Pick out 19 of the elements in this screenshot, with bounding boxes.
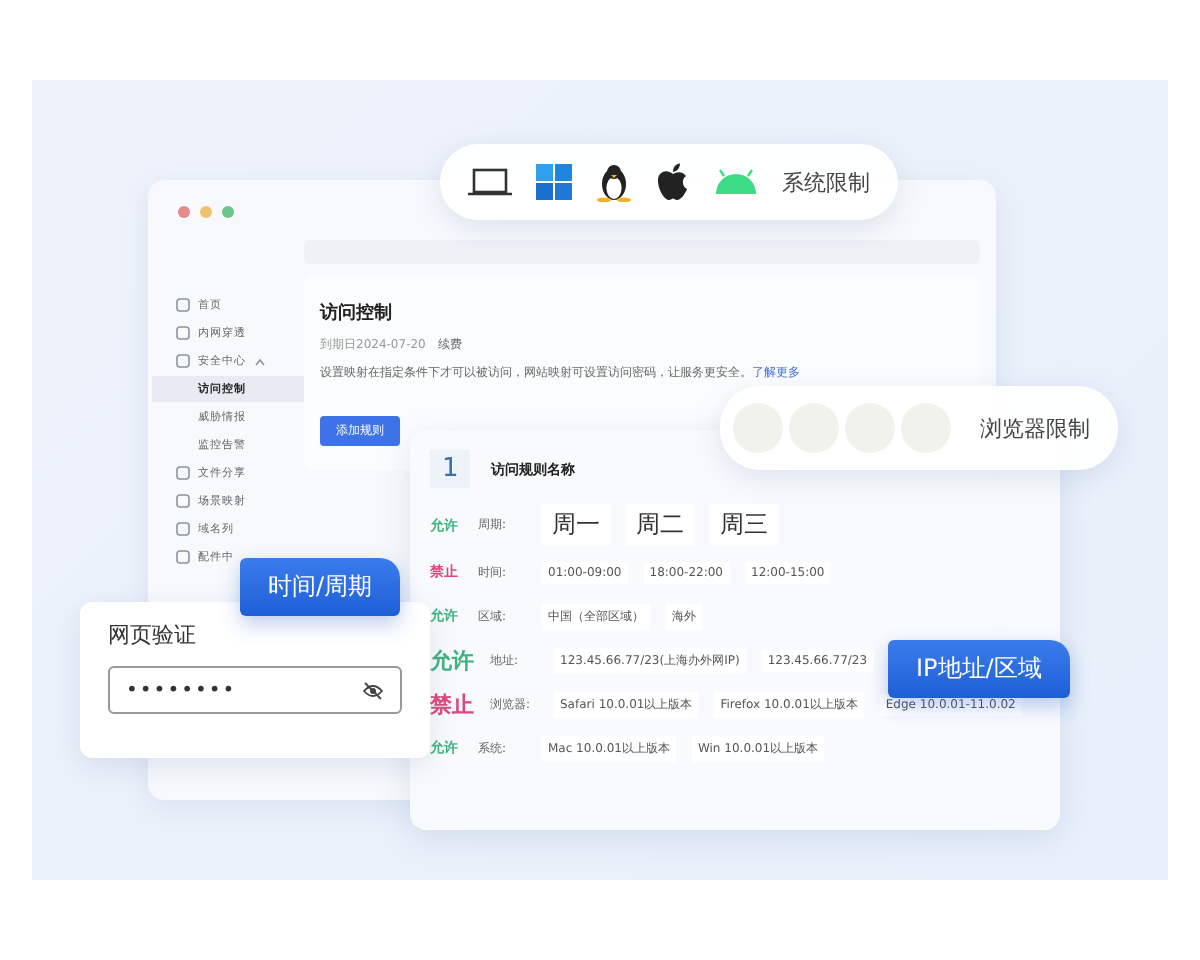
os-restriction-label: 系统限制	[782, 167, 870, 197]
laptop-icon	[468, 168, 512, 196]
ip-region-tag: IP地址/区域	[888, 640, 1070, 698]
penguin-icon	[596, 162, 632, 202]
status-label: 禁止	[430, 689, 474, 719]
apple-icon	[656, 162, 690, 202]
status-label: 允许	[430, 645, 474, 675]
rule-number: 1	[430, 450, 471, 488]
condition-value: 周三	[710, 504, 778, 546]
windows-icon	[536, 164, 572, 200]
android-icon	[714, 168, 758, 196]
condition-value: 周一	[542, 504, 610, 546]
password-field[interactable]: ••••••••	[108, 666, 402, 714]
condition-value: 周二	[626, 504, 694, 546]
browser-restriction-label: 浏览器限制	[980, 413, 1090, 443]
web-auth-title: 网页验证	[108, 620, 198, 650]
eye-slash-icon	[362, 681, 384, 699]
page-title: 访问控制	[320, 300, 392, 326]
time-period-tag: 时间/周期	[240, 558, 401, 616]
